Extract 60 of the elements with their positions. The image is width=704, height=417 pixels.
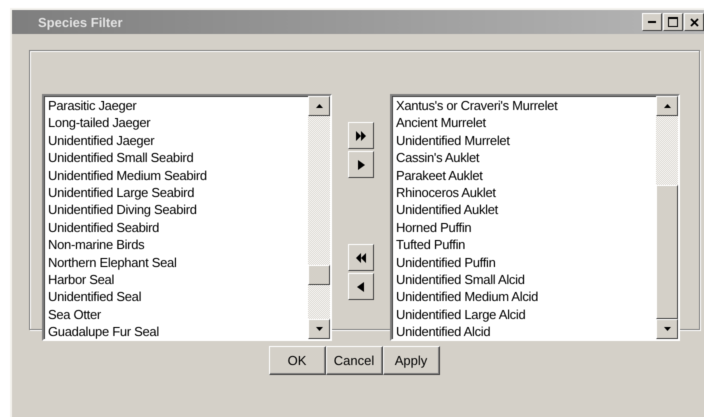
- list-item[interactable]: Unidentified Seal: [48, 288, 308, 306]
- double-right-arrow-icon: [356, 130, 366, 140]
- scroll-down-button[interactable]: [308, 319, 330, 339]
- list-item[interactable]: Unidentified Seabird: [48, 218, 308, 236]
- list-item[interactable]: Sea Otter: [48, 306, 308, 324]
- double-left-arrow-icon: [356, 252, 366, 262]
- left-arrow-icon: [356, 282, 366, 292]
- close-icon: [690, 18, 698, 26]
- scroll-down-button[interactable]: [656, 319, 678, 339]
- dialog-button[interactable]: Cancel: [326, 346, 382, 375]
- list-item[interactable]: Ancient Murrelet: [396, 114, 656, 132]
- maximize-icon: [668, 17, 678, 27]
- minimize-button[interactable]: [642, 13, 662, 31]
- list-item[interactable]: Tufted Puffin: [396, 236, 656, 254]
- list-item[interactable]: Parakeet Auklet: [396, 166, 656, 184]
- selected-list[interactable]: [390, 94, 680, 341]
- list-item[interactable]: Unidentified Small Alcid: [396, 270, 656, 288]
- right-arrow-icon: [356, 160, 366, 170]
- scroll-thumb[interactable]: [308, 265, 330, 285]
- window-title: Species Filter: [38, 14, 123, 30]
- scroll-thumb[interactable]: [656, 185, 678, 320]
- up-arrow-icon: [316, 104, 322, 108]
- down-arrow-icon: [316, 327, 322, 331]
- list-item[interactable]: Northern Elephant Seal: [48, 254, 308, 271]
- scroll-up-button[interactable]: [308, 96, 330, 116]
- list-item[interactable]: Parasitic Jaeger: [48, 97, 308, 114]
- dialog-button[interactable]: OK: [268, 346, 326, 375]
- dialog-button[interactable]: Apply: [382, 346, 440, 375]
- remove-all-button[interactable]: [348, 244, 374, 271]
- list-item[interactable]: Long-tailed Jaeger: [48, 114, 308, 132]
- minimize-icon: [648, 21, 656, 23]
- remove-button[interactable]: [348, 273, 374, 300]
- list-item[interactable]: Unidentified Small Seabird: [48, 149, 308, 167]
- list-item[interactable]: Unidentified Large Seabird: [48, 184, 308, 202]
- up-arrow-icon: [664, 104, 670, 108]
- scroll-up-button[interactable]: [656, 96, 678, 116]
- scroll-bar[interactable]: [656, 96, 678, 339]
- list-item[interactable]: Cassin's Auklet: [396, 149, 656, 167]
- available-list[interactable]: [42, 94, 332, 341]
- maximize-button[interactable]: [663, 13, 683, 31]
- list-item[interactable]: Xantus's or Craveri's Murrelet: [396, 97, 656, 114]
- list-item[interactable]: Horned Puffin: [396, 218, 656, 236]
- list-item[interactable]: Unidentified Puffin: [396, 254, 656, 271]
- list-item[interactable]: Unidentified Medium Alcid: [396, 288, 656, 306]
- scroll-bar[interactable]: [308, 96, 330, 339]
- list-item[interactable]: Guadalupe Fur Seal: [48, 323, 308, 340]
- list-item[interactable]: Unidentified Large Alcid: [396, 306, 656, 324]
- list-item[interactable]: Rhinoceros Auklet: [396, 184, 656, 202]
- list-item[interactable]: Non-marine Birds: [48, 236, 308, 254]
- down-arrow-icon: [664, 327, 670, 332]
- list-item[interactable]: Unidentified Diving Seabird: [48, 201, 308, 219]
- add-all-button[interactable]: [348, 122, 374, 149]
- list-item[interactable]: Unidentified Medium Seabird: [48, 166, 308, 184]
- close-button[interactable]: [684, 13, 704, 31]
- add-button[interactable]: [348, 151, 374, 178]
- list-item[interactable]: Unidentified Murrelet: [396, 132, 656, 150]
- list-item[interactable]: Unidentified Alcid: [396, 323, 656, 340]
- list-item[interactable]: Harbor Seal: [48, 270, 308, 288]
- list-item[interactable]: Unidentified Auklet: [396, 201, 656, 219]
- list-item[interactable]: Unidentified Jaeger: [48, 132, 308, 150]
